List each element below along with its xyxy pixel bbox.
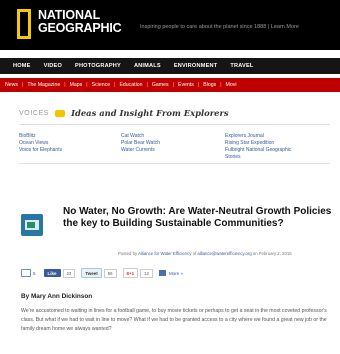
article-byline: Posted by Alliance for Water Efficiency … [118,251,292,256]
subnav-item-movies[interactable]: Movi [226,82,237,88]
site-logo[interactable]: NATIONAL GEOGRAPHIC [38,9,122,35]
natgeo-logo-icon[interactable] [17,9,31,39]
posted-date: on February 2, 2015 [252,251,292,256]
facebook-like-button[interactable]: Like [43,269,61,277]
posted-prefix: Posted by [118,251,138,256]
nav-item-environment[interactable]: ENVIRONMENT [174,63,218,69]
tweet-count: 56 [103,268,117,278]
blog-links-column-1: BioBlitz Ocean Views Voice for Elephants [19,133,62,154]
blog-link[interactable]: Stories [225,154,291,161]
nav-item-video[interactable]: VIDEO [44,63,62,69]
speech-bubble-icon [55,109,66,117]
posted-email-link[interactable]: alliance@waterefficiency.org [197,251,251,256]
gplus-count: 12 [140,268,153,278]
blog-link[interactable]: BioBlitz [19,133,62,140]
posted-mid: of [192,251,197,256]
comment-icon[interactable] [21,269,31,277]
blog-link[interactable]: Fulbright National Geographic [225,147,291,154]
tweet-button[interactable]: Tweet [81,268,102,278]
article-title: No Water, No Growth: Are Water-Neutral G… [63,206,332,229]
share-icon[interactable] [158,270,166,276]
blog-link[interactable]: Rising Star Expedition [225,140,291,147]
subnav-item-maps[interactable]: Maps [70,82,83,88]
alliance-logo-icon [21,214,43,236]
article-body: We're accustomed to waiting in lines for… [21,308,327,333]
blog-link[interactable]: Polar Bear Watch [121,140,160,147]
logo-line2: GEOGRAPHIC [38,21,122,35]
voices-label[interactable]: VOICES [19,110,49,117]
social-share-bar: 5 Like 23 Tweet 56 8+1 12 More » [21,268,183,278]
nav-item-photography[interactable]: PHOTOGRAPHY [75,63,121,69]
tweet-label: Tweet [85,270,98,276]
subnav-item-magazine[interactable]: The Magazine [27,82,60,88]
nav-item-animals[interactable]: ANIMALS [134,63,161,69]
blog-link[interactable]: Ocean Views [19,140,62,147]
divider [19,124,330,125]
more-link[interactable]: More » [169,271,183,276]
blog-link[interactable]: Voice for Elephants [19,147,62,154]
article-author: By Mary Ann Dickinson [21,293,93,300]
subnav-item-events[interactable]: Events [178,82,194,88]
like-count: 23 [62,268,76,278]
voices-title: Ideas and Insight From Explorers [71,108,229,118]
nav-item-travel[interactable]: TRAVEL [230,63,253,69]
secondary-nav: News | The Magazine | Maps | Science | Educa… [0,78,340,92]
blog-link[interactable]: Cat Watch [121,133,160,140]
subnav-item-blogs[interactable]: Blogs [203,82,216,88]
divider [19,163,330,164]
subnav-item-news[interactable]: News [5,82,18,88]
subnav-item-games[interactable]: Games [152,82,169,88]
gplus-label: 8+1 [126,270,135,276]
blog-link[interactable]: Water Currents [121,147,160,154]
primary-nav: HOME VIDEO PHOTOGRAPHY ANIMALS ENVIRONME… [0,58,340,74]
facebook-like-label: Like [47,270,57,276]
posted-author-link[interactable]: Alliance for Water Efficiency [138,251,191,256]
blog-link[interactable]: Explorers Journal [225,133,291,140]
blog-links-column-3: Explorers Journal Rising Star Expedition… [225,133,291,161]
gplus-button[interactable]: 8+1 [122,268,139,278]
comments-count[interactable]: 5 [33,271,36,276]
subnav-item-science[interactable]: Science [92,82,110,88]
header-tagline[interactable]: Inspiring people to care about the plane… [140,24,299,30]
nav-item-home[interactable]: HOME [13,63,31,69]
subnav-item-education[interactable]: Education [119,82,142,88]
voices-header: VOICES Ideas and Insight From Explorers [19,108,329,118]
site-header: NATIONAL GEOGRAPHIC Inspiring people to … [0,0,340,50]
blog-links-column-2: Cat Watch Polar Bear Watch Water Current… [121,133,160,154]
